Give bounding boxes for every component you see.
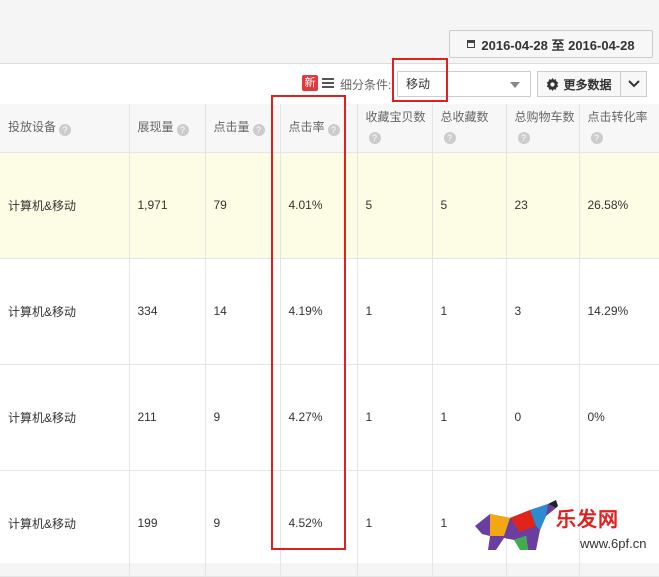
table-row[interactable]: 计算机&移动 334 14 4.19% 1 1 3 14.29% — [0, 258, 659, 365]
table-cell: 9 — [205, 364, 281, 471]
segment-select[interactable]: 移动 — [397, 71, 531, 97]
table-cell: 14.29% — [579, 258, 659, 365]
table-cell: 1 — [357, 364, 433, 471]
column-header[interactable]: 总购物车数? — [506, 104, 580, 153]
table-row[interactable]: 计算机&移动 211 9 4.27% 1 1 0 0% — [0, 364, 659, 471]
table-cell: 334 — [129, 258, 206, 365]
table-cell: 4.27% — [280, 364, 358, 471]
table-cell: 计算机&移动 — [0, 258, 130, 365]
report-panel: 新 细分条件: 移动 更多数据 投放设备 ? 展现量 ? 点击量 ? 点击率 ?… — [0, 63, 659, 577]
column-header[interactable]: 收藏宝贝数? — [357, 104, 433, 153]
toolbar: 新 细分条件: 移动 更多数据 — [0, 64, 659, 104]
caret-down-icon — [510, 82, 520, 88]
table-cell: 1 — [357, 258, 433, 365]
filter-label: 细分条件: — [340, 78, 392, 92]
table-cell: 14 — [205, 258, 281, 365]
table-row[interactable]: 计算机&移动 1,971 79 4.01% 5 5 23 26.58% — [0, 152, 659, 259]
table-cell: 3 — [506, 258, 580, 365]
new-badge: 新 — [302, 75, 318, 91]
table-cell: 79 — [205, 152, 281, 259]
list-icon — [322, 77, 334, 89]
help-icon[interactable]: ? — [327, 124, 340, 136]
date-range-button[interactable]: 2016-04-28 至 2016-04-28 — [449, 30, 653, 58]
column-header[interactable]: 点击量? — [205, 104, 281, 153]
help-icon[interactable]: ? — [368, 132, 381, 144]
table-cell: 5 — [432, 152, 507, 259]
table-cell: 4.52% — [280, 470, 358, 577]
table-cell: 0% — [579, 364, 659, 471]
calendar-icon — [467, 40, 476, 48]
table-cell: 计算机&移动 — [0, 364, 130, 471]
more-data-dropdown-button[interactable] — [621, 71, 647, 97]
column-header[interactable]: 点击率? — [280, 104, 358, 153]
help-icon[interactable]: ? — [517, 132, 530, 144]
table-header-row: 投放设备? 展现量? 点击量? 点击率? 收藏宝贝数? 总收藏数? 总购物车数?… — [0, 104, 659, 153]
help-icon[interactable]: ? — [59, 124, 72, 136]
table-cell: 23 — [506, 152, 580, 259]
table-cell: 9 — [205, 470, 281, 577]
table-cell: 199 — [129, 470, 206, 577]
help-icon[interactable]: ? — [252, 124, 265, 136]
table-cell: 计算机&移动 — [0, 470, 130, 577]
watermark-url: www.6pf.cn — [580, 536, 647, 551]
table-cell: 0 — [506, 364, 580, 471]
column-header[interactable]: 展现量? — [129, 104, 206, 153]
table-cell: 1 — [432, 364, 507, 471]
date-range-label: 2016-04-28 至 2016-04-28 — [481, 37, 635, 53]
table-cell: 计算机&移动 — [0, 152, 130, 259]
table-cell: 1,971 — [129, 152, 206, 259]
table-cell: 1 — [357, 470, 433, 577]
chevron-down-icon — [627, 80, 640, 88]
column-header[interactable]: 点击转化率? — [579, 104, 659, 153]
gear-icon — [547, 77, 559, 91]
help-icon[interactable]: ? — [176, 124, 189, 136]
table-cell: 1 — [432, 258, 507, 365]
watermark-logo: 乐发网 www.6pf.cn — [470, 496, 659, 562]
bull-logo-icon — [475, 500, 558, 550]
help-icon[interactable]: ? — [443, 132, 456, 144]
watermark-text: 乐发网 — [556, 507, 619, 531]
table-cell: 211 — [129, 364, 206, 471]
help-icon[interactable]: ? — [590, 132, 603, 144]
more-data-label: 更多数据 — [563, 77, 612, 92]
table-cell: 5 — [357, 152, 433, 259]
segment-select-value: 移动 — [406, 77, 431, 91]
column-header[interactable]: 投放设备? — [0, 104, 130, 153]
column-header[interactable]: 总收藏数? — [432, 104, 507, 153]
table-cell: 4.01% — [280, 152, 358, 259]
table-cell: 4.19% — [280, 258, 358, 365]
more-data-button[interactable]: 更多数据 — [537, 71, 621, 97]
table-cell: 26.58% — [579, 152, 659, 259]
